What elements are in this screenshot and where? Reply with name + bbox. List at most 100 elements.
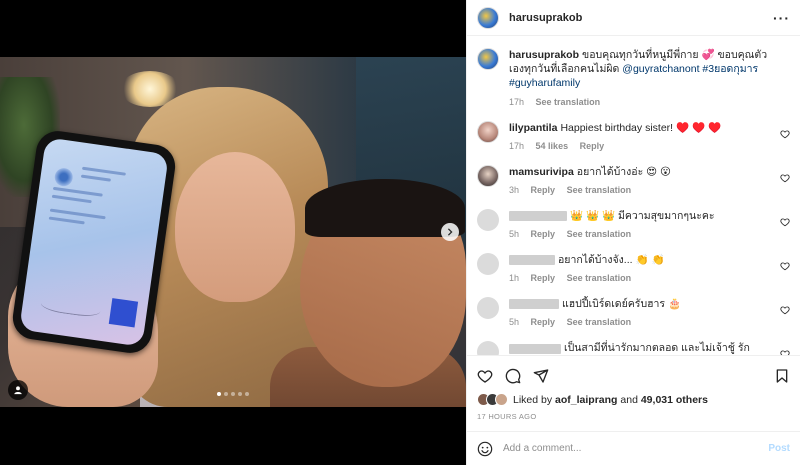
comment-text: 👑 👑 👑 มีความสุขมากๆนะคะ [509, 209, 768, 223]
liked-by-label: Liked by [513, 393, 553, 406]
carousel-next-button[interactable] [441, 223, 459, 241]
comment-item: อยากได้บ้างจัง... 👏 👏 1h Reply See trans… [477, 253, 790, 283]
more-options-icon[interactable]: ··· [773, 10, 790, 26]
author-avatar[interactable] [477, 48, 499, 70]
reply-button[interactable]: Reply [531, 273, 556, 283]
author-avatar[interactable] [477, 6, 499, 29]
like-comment-heart-icon[interactable] [780, 173, 790, 183]
carousel-dot [224, 392, 228, 396]
like-comment-heart-icon[interactable] [780, 349, 790, 355]
carousel-dot [217, 392, 221, 396]
emoji-icon[interactable] [477, 441, 493, 457]
carousel-dots [0, 392, 466, 396]
comment-time: 3h [509, 184, 520, 195]
see-translation-link[interactable]: See translation [567, 185, 632, 195]
comment-likes-count[interactable]: 54 likes [536, 141, 569, 151]
comment-body: เป็นสามีที่น่ารักมากตลอด และไม่เจ้าชู้ ร… [509, 341, 790, 355]
save-bookmark-icon[interactable] [774, 368, 790, 384]
comment-text: mamsurivipa อยากได้บ้างอ่ะ 😍 😮 [509, 165, 768, 179]
likes-summary: Liked by aof_laiprang and 49,031 others [477, 393, 790, 406]
caption: harusuprakob ขอบคุณทุกวันที่หนูมีพี่กาย 💞… [477, 48, 790, 107]
comment-item: mamsurivipa อยากได้บ้างอ่ะ 😍 😮 3h Reply S… [477, 164, 790, 195]
add-comment-input[interactable] [503, 443, 769, 454]
see-translation-link[interactable]: See translation [567, 229, 632, 239]
commenter-avatar[interactable] [477, 253, 499, 276]
reply-button[interactable]: Reply [531, 185, 556, 195]
caption-body: harusuprakob ขอบคุณทุกวันที่หนูมีพี่กาย 💞… [509, 48, 790, 107]
tagged-users-button[interactable] [8, 380, 28, 400]
comment-item: 👑 👑 👑 มีความสุขมากๆนะคะ 5h Reply See tra… [477, 208, 790, 239]
comment-message: 👑 👑 👑 มีความสุขมากๆนะคะ [570, 209, 715, 222]
like-comment-heart-icon[interactable] [780, 217, 790, 227]
like-heart-icon[interactable] [477, 368, 493, 384]
redacted-username [509, 299, 559, 310]
comment-item: เป็นสามีที่น่ารักมากตลอด และไม่เจ้าชู้ ร… [477, 341, 790, 355]
reply-button[interactable]: Reply [531, 229, 556, 239]
commenter-avatar[interactable] [477, 120, 499, 143]
commenter-username[interactable]: mamsurivipa [509, 166, 574, 178]
liker-username[interactable]: aof_laiprang [555, 394, 617, 406]
emblem-icon [53, 166, 74, 188]
like-comment-heart-icon[interactable] [780, 129, 790, 139]
redacted-username [509, 255, 555, 266]
share-send-icon[interactable] [533, 368, 549, 384]
reply-button[interactable]: Reply [531, 317, 556, 327]
caption-username[interactable]: harusuprakob [509, 49, 579, 61]
liker-avatars [477, 393, 508, 406]
like-comment-heart-icon[interactable] [780, 261, 790, 271]
add-comment-bar: Post [467, 431, 800, 465]
comment-time: 5h [509, 317, 520, 328]
liker-avatar [495, 393, 508, 406]
comment-body: 👑 👑 👑 มีความสุขมากๆนะคะ 5h Reply See tra… [509, 209, 790, 239]
post-header: harusuprakob ··· [467, 0, 800, 36]
comment-item: แฮปปี้เบิร์ดเดย์ครับฮาร 🎂 5h Reply See t… [477, 297, 790, 327]
comment-message: อยากได้บ้างอ่ะ 😍 😮 [576, 165, 671, 178]
commenter-username[interactable]: lilypantila [509, 122, 557, 134]
like-comment-heart-icon[interactable] [780, 305, 790, 315]
post-side-panel: harusuprakob ··· harusuprakob ขอบคุณทุกวั… [466, 0, 800, 465]
author-username[interactable]: harusuprakob [509, 12, 582, 24]
signature-mark [39, 292, 102, 319]
commenter-avatar[interactable] [477, 341, 499, 355]
qr-code-icon [108, 298, 139, 328]
comment-message: Happiest birthday sister! ♥️ ♥️ ♥️ [560, 121, 722, 134]
comment-meta: 5h Reply See translation [509, 317, 768, 327]
see-translation-link[interactable]: See translation [567, 317, 632, 327]
likes-and-label: and [620, 393, 638, 406]
likes-text: Liked by aof_laiprang and 49,031 others [513, 394, 708, 406]
post-photo[interactable] [0, 57, 466, 407]
caption-mention-link[interactable]: @guyratchanont [622, 63, 699, 75]
post-actions: Liked by aof_laiprang and 49,031 others … [467, 355, 800, 431]
phone-in-photo [10, 128, 178, 356]
commenter-avatar[interactable] [477, 297, 499, 320]
post-media [0, 0, 466, 465]
carousel-dot [231, 392, 235, 396]
likes-others-count[interactable]: 49,031 others [641, 394, 708, 406]
comment-time: 17h [509, 140, 525, 151]
comments-list: harusuprakob ขอบคุณทุกวันที่หนูมีพี่กาย 💞… [467, 36, 800, 355]
comment-meta: 1h Reply See translation [509, 273, 768, 283]
comment-body: mamsurivipa อยากได้บ้างอ่ะ 😍 😮 3h Reply S… [509, 165, 790, 195]
see-translation-link[interactable]: See translation [567, 273, 632, 283]
phone-screen [19, 137, 169, 347]
post-timestamp[interactable]: 17 HOURS AGO [477, 412, 790, 431]
carousel-dot [238, 392, 242, 396]
carousel-dot [245, 392, 249, 396]
user-icon [14, 386, 22, 395]
comment-body: lilypantila Happiest birthday sister! ♥️ … [509, 121, 790, 151]
comment-item: lilypantila Happiest birthday sister! ♥️ … [477, 120, 790, 151]
reply-button[interactable]: Reply [580, 141, 605, 151]
comment-text: lilypantila Happiest birthday sister! ♥️ … [509, 121, 768, 135]
comment-bubble-icon[interactable] [505, 368, 521, 384]
comment-text: เป็นสามีที่น่ารักมากตลอด และไม่เจ้าชู้ ร… [509, 341, 768, 355]
commenter-avatar[interactable] [477, 208, 499, 231]
see-translation-link[interactable]: See translation [536, 97, 601, 107]
caption-text: harusuprakob ขอบคุณทุกวันที่หนูมีพี่กาย 💞… [509, 48, 768, 91]
comment-meta: 3h Reply See translation [509, 185, 768, 195]
action-icons [477, 364, 790, 388]
comment-meta: 17h 54 likes Reply [509, 141, 768, 151]
post-comment-button[interactable]: Post [768, 443, 790, 454]
commenter-avatar[interactable] [477, 164, 499, 187]
caption-time: 17h [509, 96, 525, 107]
redacted-username [509, 343, 561, 354]
